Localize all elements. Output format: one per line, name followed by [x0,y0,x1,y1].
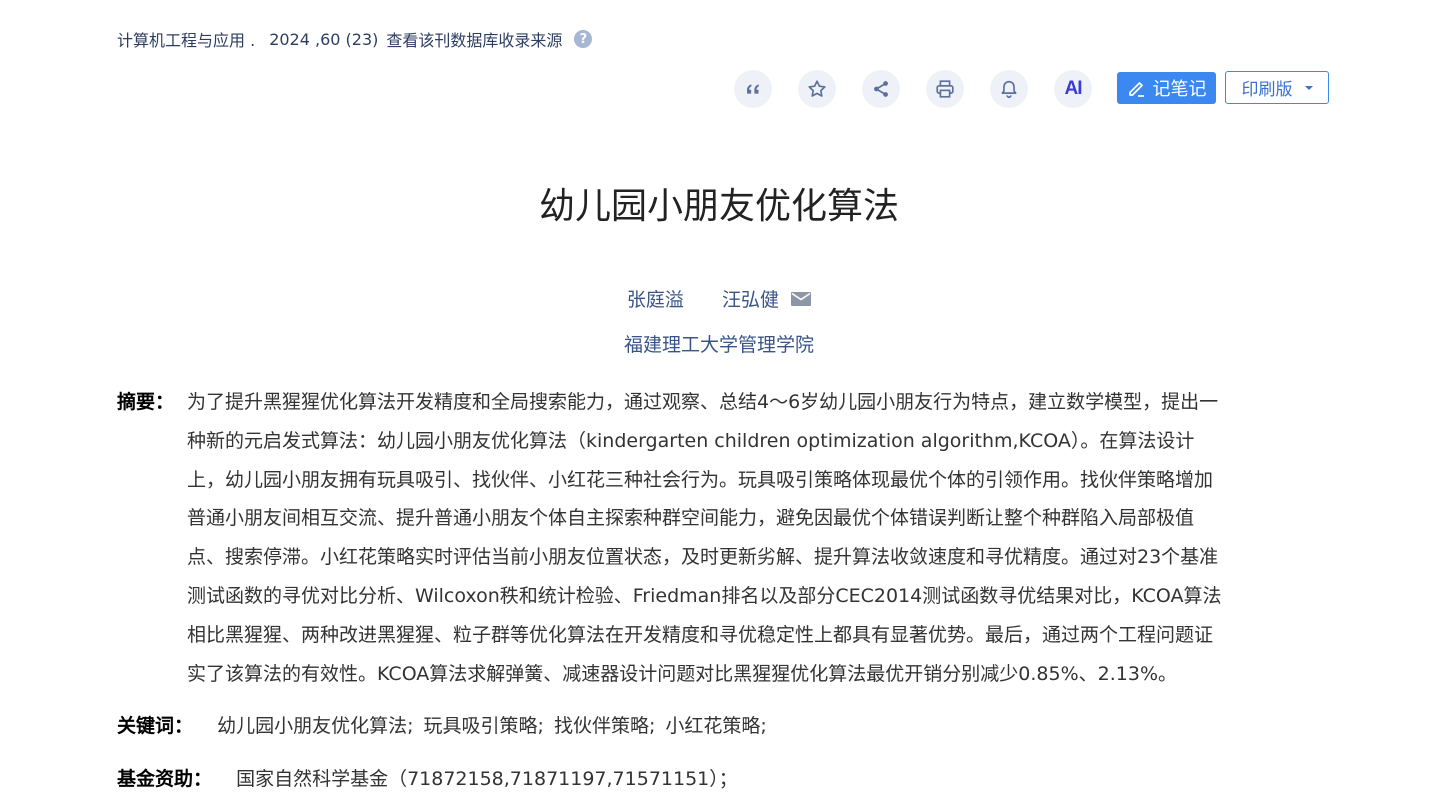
abstract-line: 普通小朋友间相互交流、提升普通小朋友个体自主探索种群空间能力，避免因最优个体错误… [187,507,1195,530]
funding-link[interactable]: 国家自然科学基金（71872158,71871197,71571151）； [236,768,738,790]
funding-section: 基金资助： 国家自然科学基金（71872158,71871197,7157115… [117,765,742,793]
affiliation[interactable]: 福建理工大学管理学院 [0,331,1438,359]
ai-icon: AI [1064,78,1083,99]
abstract-line: 测试函数的寻优对比分析、Wilcoxon秩和统计检验、Friedman排名以及部… [187,584,1222,607]
journal-issue-link[interactable]: 2024 ,60 (23) [269,30,378,49]
funding-label: 基金资助： [117,768,213,790]
keywords-label: 关键词： [117,715,194,737]
abstract-line: 为了提升黑猩猩优化算法开发精度和全局搜索能力，通过观察、总结4～6岁幼儿园小朋友… [187,391,1219,413]
print-edition-label: 印刷版 [1241,80,1293,100]
ai-button[interactable]: AI [1054,70,1092,108]
database-source-link[interactable]: 查看该刊数据库收录来源 [386,27,562,51]
print-edition-dropdown[interactable]: 印刷版 [1225,71,1329,104]
take-notes-label: 记笔记 [1152,79,1207,100]
author-list: 张庭溢 汪弘健 [0,286,1438,314]
star-icon [808,80,826,97]
help-icon[interactable]: ? [574,30,593,48]
author-link[interactable]: 张庭溢 [627,286,684,314]
abstract-line: 实了该算法的有效性。KCOA算法求解弹簧、减速器设计问题对比黑猩猩优化算法最优开… [187,662,1178,685]
share-icon [874,81,888,97]
abstract-label: 摘要： [117,391,175,413]
keyword-link[interactable]: 幼儿园小朋友优化算法; [217,715,413,737]
notify-button[interactable] [990,70,1028,108]
bell-icon [1001,80,1017,99]
print-button[interactable] [926,70,964,108]
article-title: 幼儿园小朋友优化算法 [538,186,899,227]
pencil-icon [1128,82,1144,97]
journal-source: 计算机工程与应用 . 2024 ,60 (23) 查看该刊数据库收录来源 ? [117,27,593,51]
abstract-line: 相比黑猩猩、两种改进黑猩猩、粒子群等优化算法在开发精度和寻优稳定性上都具有显著优… [187,623,1214,646]
keywords-section: 关键词： 幼儿园小朋友优化算法; 玩具吸引策略; 找伙伴策略; 小红花策略; [117,712,771,740]
abstract-line: 上，幼儿园小朋友拥有玩具吸引、找伙伴、小红花三种社会行为。玩具吸引策略体现最优个… [187,468,1214,491]
keyword-link[interactable]: 找伙伴策略; [554,715,655,737]
mail-icon[interactable] [791,292,812,306]
keyword-link[interactable]: 玩具吸引策略; [424,715,544,737]
journal-name-link[interactable]: 计算机工程与应用 . [117,27,255,51]
abstract-line: 点、搜索停滞。小红花策略实时评估当前小朋友位置状态，及时更新劣解、提升算法收敛速… [187,546,1219,569]
favorite-button[interactable] [798,70,836,108]
take-notes-button[interactable]: 记笔记 [1117,72,1216,104]
author-link[interactable]: 汪弘健 [722,286,779,314]
abstract-line: 种新的元启发式算法：幼儿园小朋友优化算法（kindergarten childr… [187,429,1195,452]
cite-button[interactable] [734,70,772,108]
print-icon [936,80,954,98]
share-button[interactable] [862,70,900,108]
keyword-link[interactable]: 小红花策略; [665,715,766,737]
quote-icon [747,84,759,94]
abstract-section: 摘要： 为了提升黑猩猩优化算法开发精度和全局搜索能力，通过观察、总结4～6岁幼儿… [117,383,1331,693]
abstract-text: 为了提升黑猩猩优化算法开发精度和全局搜索能力，通过观察、总结4～6岁幼儿园小朋友… [187,383,1331,693]
caret-down-icon [1304,85,1313,90]
